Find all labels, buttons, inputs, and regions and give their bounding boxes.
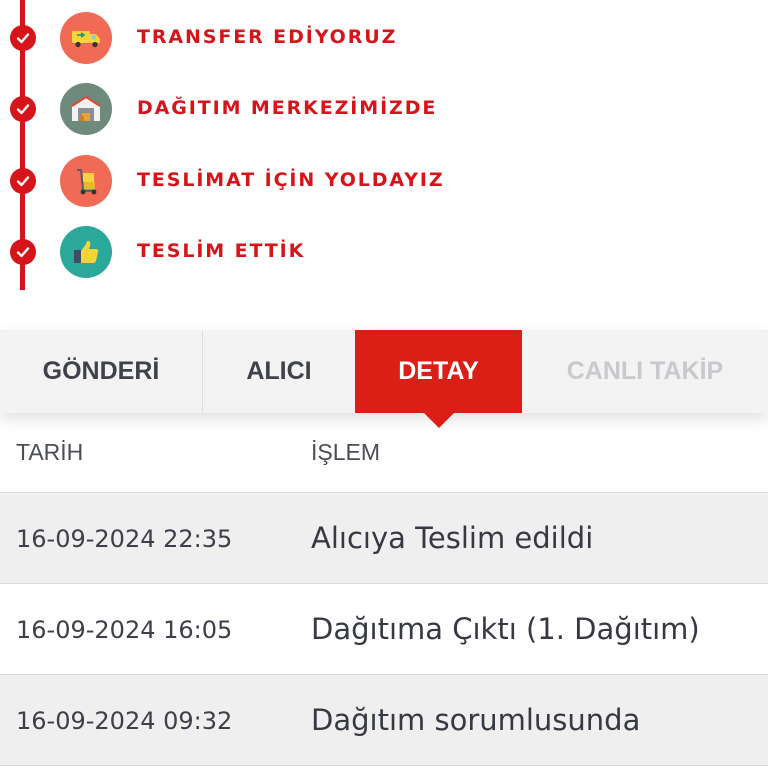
tab-shipment[interactable]: GÖNDERİ xyxy=(0,330,203,413)
check-icon xyxy=(10,168,36,194)
check-icon xyxy=(10,25,36,51)
row-operation: Dağıtıma Çıktı (1. Dağıtım) xyxy=(311,612,700,646)
tab-recipient[interactable]: ALICI xyxy=(203,330,355,413)
row-operation: Alıcıya Teslim edildi xyxy=(311,521,594,555)
tracking-history-table: TARİH İŞLEM 16-09-2024 22:35 Alıcıya Tes… xyxy=(0,413,768,766)
thumbs-up-icon xyxy=(60,226,112,278)
detail-tabs: GÖNDERİ ALICI DETAY CANLI TAKİP xyxy=(0,330,768,428)
tab-label: GÖNDERİ xyxy=(42,357,160,385)
timeline-step-delivered: TESLİM ETTİK xyxy=(0,225,768,279)
tracking-timeline: TRANSFER EDİYORUZ DAĞITIM MERKEZİMİZDE T… xyxy=(0,0,768,330)
timeline-step-label: TRANSFER EDİYORUZ xyxy=(137,26,398,48)
hand-trolley-icon xyxy=(60,155,112,207)
timeline-step-transfer: TRANSFER EDİYORUZ xyxy=(0,11,768,65)
check-icon xyxy=(10,239,36,265)
column-header-date: TARİH xyxy=(16,439,84,465)
row-operation: Dağıtım sorumlusunda xyxy=(311,703,641,737)
warehouse-icon xyxy=(60,83,112,135)
row-date: 16-09-2024 16:05 xyxy=(16,616,233,644)
timeline-step-label: TESLİM ETTİK xyxy=(137,240,306,262)
tab-detail[interactable]: DETAY xyxy=(355,330,522,428)
check-icon xyxy=(10,96,36,122)
active-tab-indicator xyxy=(423,413,454,428)
tab-label: DETAY xyxy=(398,357,479,385)
tab-label: ALICI xyxy=(246,357,312,385)
tab-live-tracking[interactable]: CANLI TAKİP xyxy=(522,330,768,413)
table-row: 16-09-2024 22:35 Alıcıya Teslim edildi xyxy=(0,493,768,584)
timeline-step-distribution-center: DAĞITIM MERKEZİMİZDE xyxy=(0,82,768,136)
timeline-step-label: TESLİMAT İÇİN YOLDAYIZ xyxy=(137,169,445,191)
table-row: 16-09-2024 09:32 Dağıtım sorumlusunda xyxy=(0,675,768,766)
timeline-step-on-the-way: TESLİMAT İÇİN YOLDAYIZ xyxy=(0,154,768,208)
timeline-step-label: DAĞITIM MERKEZİMİZDE xyxy=(137,97,438,119)
column-header-operation: İŞLEM xyxy=(311,439,381,465)
tab-label: CANLI TAKİP xyxy=(566,357,724,385)
table-row: 16-09-2024 16:05 Dağıtıma Çıktı (1. Dağı… xyxy=(0,584,768,675)
row-date: 16-09-2024 09:32 xyxy=(16,707,233,735)
row-date: 16-09-2024 22:35 xyxy=(16,525,233,553)
truck-icon xyxy=(60,12,112,64)
table-header-row: TARİH İŞLEM xyxy=(0,413,768,493)
